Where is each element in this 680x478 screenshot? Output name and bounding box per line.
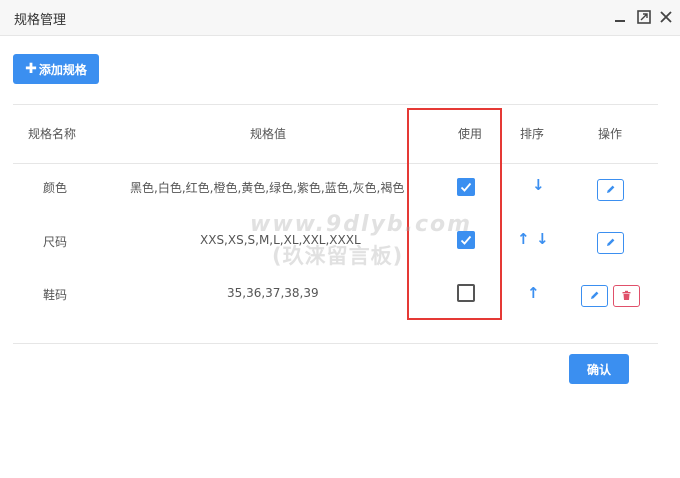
edit-button[interactable] [581,285,608,307]
maximize-icon[interactable] [636,9,652,25]
add-spec-button[interactable]: ✚ 添加规格 [13,54,99,84]
row-spec-values: 35,36,37,38,39 [227,286,319,300]
row-spec-name: 鞋码 [43,288,68,302]
divider [13,104,658,105]
pencil-icon [591,291,599,299]
window-title: 规格管理 [14,13,67,28]
watermark-url: www.9dlyb.com [250,212,473,237]
confirm-button[interactable]: 确认 [569,354,629,384]
plus-icon: ✚ [25,61,37,77]
header-spec-name: 规格名称 [28,127,77,141]
sort-down-icon[interactable]: ↓ [532,176,545,194]
minimize-icon[interactable] [612,9,628,25]
pencil-icon [607,185,615,193]
row-spec-values: 黑色,白色,红色,橙色,黄色,绿色,紫色,蓝色,灰色,褐色 [130,181,405,195]
sort-up-icon[interactable]: ↑ [517,230,530,248]
sort-down-icon[interactable]: ↓ [536,230,549,248]
header-action: 操作 [598,127,623,141]
watermark-name: (玖涞留言板) [272,244,404,268]
add-spec-label: 添加规格 [38,62,87,77]
close-icon[interactable] [658,9,674,25]
row-spec-name: 颜色 [43,181,68,195]
title-bar: 规格管理 [0,0,680,36]
edit-button[interactable] [597,232,624,254]
edit-button[interactable] [597,179,624,201]
trash-icon [622,290,631,300]
delete-button[interactable] [613,285,640,307]
pencil-icon [607,238,615,246]
header-spec-values: 规格值 [250,127,287,141]
divider [13,163,658,164]
sort-up-icon[interactable]: ↑ [527,284,540,302]
divider [13,343,658,344]
row-spec-name: 尺码 [43,235,68,249]
header-sort: 排序 [520,127,545,141]
